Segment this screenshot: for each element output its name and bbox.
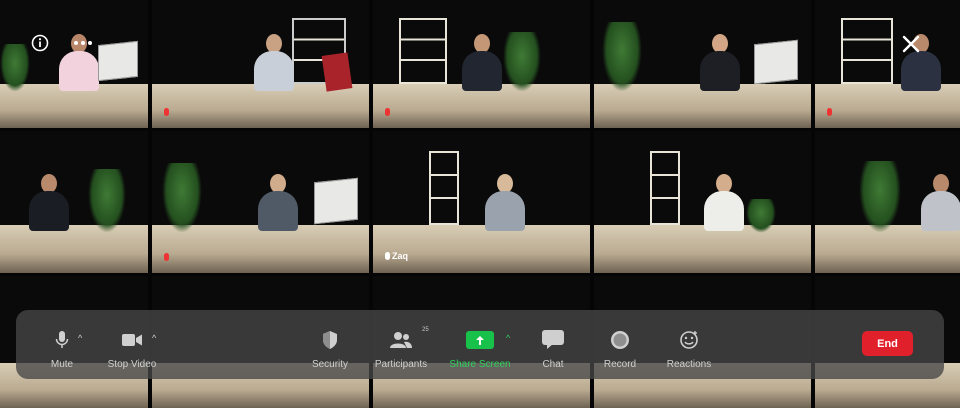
participant-tile[interactable] (152, 131, 369, 273)
share-screen-label: Share Screen (449, 359, 510, 370)
shield-icon (321, 330, 339, 350)
stop-video-button[interactable]: Stop Video (106, 310, 158, 379)
mute-button[interactable]: Mute (42, 310, 82, 379)
shelf (841, 18, 893, 84)
plant (746, 199, 776, 233)
microphone-icon (55, 330, 69, 350)
info-icon (31, 34, 49, 52)
participant-video (26, 174, 72, 230)
desk (815, 84, 960, 128)
participant-tile[interactable] (815, 0, 960, 128)
shelf (429, 151, 459, 225)
participant-tile[interactable] (0, 131, 148, 273)
close-button[interactable] (901, 34, 921, 54)
end-meeting-button[interactable]: End (862, 331, 913, 356)
monitor (314, 178, 358, 225)
stop-video-label: Stop Video (108, 359, 157, 370)
participant-tile[interactable] (594, 131, 811, 273)
mic-muted-indicator (164, 253, 169, 261)
participants-button[interactable]: Participants (373, 310, 429, 379)
participant-video (459, 34, 505, 90)
desk (152, 84, 369, 128)
more-icon (72, 34, 94, 52)
share-arrow-icon (475, 335, 485, 346)
desk (594, 225, 811, 273)
chat-bubble-icon (542, 330, 564, 350)
info-button[interactable] (31, 34, 49, 52)
shelf (650, 151, 680, 225)
more-button[interactable] (72, 34, 94, 52)
security-button[interactable]: Security (310, 310, 350, 379)
participant-video (255, 174, 301, 230)
share-options-chevron-icon[interactable]: ^ (506, 333, 510, 343)
plant (0, 44, 30, 92)
participants-label: Participants (375, 359, 427, 370)
smiley-icon (679, 330, 699, 350)
participant-name: Zaq (392, 251, 408, 261)
participant-tile[interactable] (815, 131, 960, 273)
people-icon (390, 331, 412, 349)
video-options-chevron-icon[interactable]: ^ (152, 333, 156, 343)
participant-tile[interactable] (0, 0, 148, 128)
chat-button[interactable]: Chat (536, 310, 570, 379)
participant-video (482, 174, 528, 230)
participant-name-tag: Zaq (385, 251, 408, 261)
record-icon (610, 330, 630, 350)
participant-video (701, 174, 747, 230)
plant (602, 22, 642, 92)
monitor (754, 40, 798, 85)
chat-label: Chat (542, 359, 563, 370)
video-camera-icon (122, 333, 142, 347)
plant (859, 161, 901, 233)
microphone-icon (385, 252, 390, 260)
desk (373, 84, 590, 128)
mic-muted-indicator (827, 108, 832, 116)
share-screen-button[interactable]: Share Screen (450, 310, 510, 379)
reactions-label: Reactions (667, 359, 711, 370)
plant (88, 169, 126, 233)
shelf (399, 18, 447, 84)
participant-tile[interactable] (594, 0, 811, 128)
mute-label: Mute (51, 359, 73, 370)
share-box (466, 331, 494, 349)
plant (162, 163, 202, 233)
mic-muted-indicator (164, 108, 169, 116)
record-button[interactable]: Record (601, 310, 639, 379)
reactions-button[interactable]: Reactions (664, 310, 714, 379)
mic-muted-indicator (385, 108, 390, 116)
mute-options-chevron-icon[interactable]: ^ (78, 333, 82, 343)
participant-tile[interactable]: Zaq (373, 131, 590, 273)
close-icon (901, 34, 921, 54)
plant (503, 32, 541, 92)
security-label: Security (312, 359, 348, 370)
monitor (98, 41, 138, 81)
desk (373, 225, 590, 273)
participant-video (251, 34, 297, 90)
participants-count-badge: 25 (422, 327, 429, 333)
record-label: Record (604, 359, 636, 370)
participant-tile[interactable] (152, 0, 369, 128)
participant-video (697, 34, 743, 90)
participant-video (918, 174, 960, 230)
book (322, 52, 353, 91)
participant-tile[interactable] (373, 0, 590, 128)
